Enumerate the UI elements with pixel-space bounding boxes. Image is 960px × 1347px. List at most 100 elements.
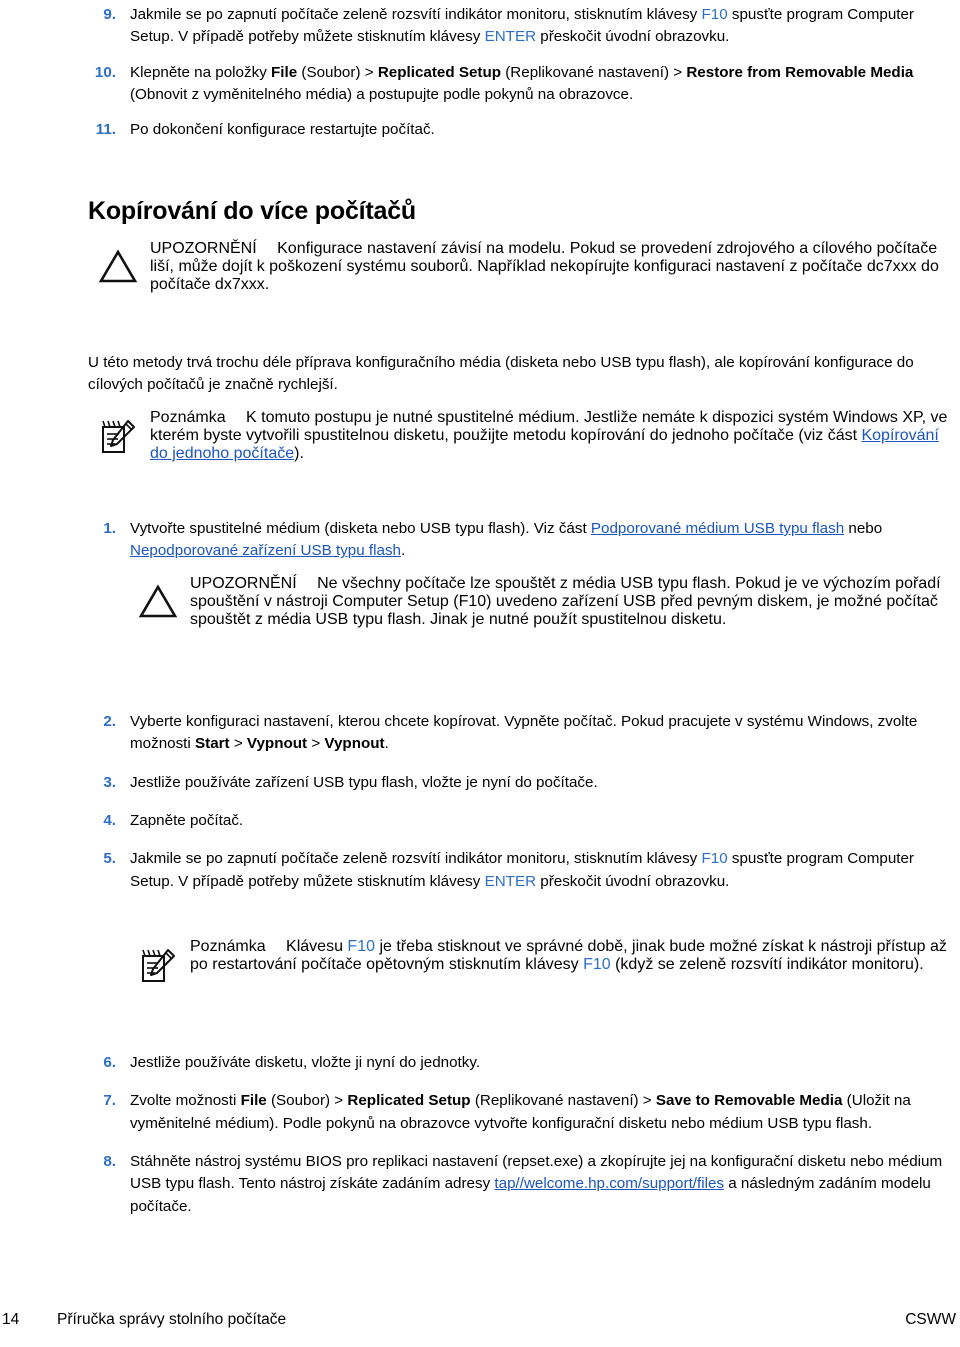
list-item-text: Klepněte na položky File (Soubor) > Repl… <box>130 62 960 107</box>
note-text: Poznámka Klávesu F10 je třeba stisknout … <box>190 938 958 974</box>
page-number: 14 <box>2 1311 20 1328</box>
text-run: Po dokončení konfigurace restartujte poč… <box>130 121 435 139</box>
text-run: přeskočit úvodní obrazovku. <box>536 28 730 46</box>
list-item-number: 6. <box>103 1054 116 1071</box>
text-run: K tomuto postupu je nutné spustitelné mé… <box>150 409 948 444</box>
text-run: (Replikované nastavení) > <box>501 63 687 81</box>
list-item-text: Zvolte možnosti File (Soubor) > Replicat… <box>130 1090 960 1135</box>
text-run: Jakmile se po zapnutí počítače zeleně ro… <box>130 850 702 868</box>
list-item: 2. Vyberte konfiguraci nastavení, kterou… <box>88 711 960 756</box>
key-name: ENTER <box>484 872 537 890</box>
list-item-text: Jestliže používáte disketu, vložte ji ny… <box>130 1052 960 1074</box>
caution-triangle-icon <box>138 583 182 623</box>
text-run: Jestliže používáte disketu, vložte ji ny… <box>130 1054 481 1071</box>
note-label: Poznámka <box>190 938 266 955</box>
list-item-number: 1. <box>103 520 116 537</box>
list-item: 3. Jestliže používáte zařízení USB typu … <box>88 772 960 794</box>
text-run: (když se zeleně rozsvítí indikátor monit… <box>610 956 924 973</box>
note-body: K tomuto postupu je nutné spustitelné mé… <box>150 409 947 462</box>
caution-label: UPOZORNĚNÍ <box>190 575 297 592</box>
cross-reference-link[interactable]: tap//welcome.hp.com/support/files <box>494 1175 724 1192</box>
caution-text: UPOZORNĚNÍ Konfigurace nastavení závisí … <box>150 240 958 294</box>
document-title: Příručka správy stolního počítače <box>57 1311 287 1328</box>
main-list-group-b: 6. Jestliže používáte disketu, vložte ji… <box>88 1052 960 1218</box>
list-item-text: Po dokončení konfigurace restartujte poč… <box>130 119 960 141</box>
key-name: F10 <box>701 6 728 23</box>
note-pencil-icon <box>138 946 182 986</box>
text-run: nebo <box>844 520 883 537</box>
list-item-text: Vytvořte spustitelné médium (disketa neb… <box>130 518 960 563</box>
caution-body: Konfigurace nastavení závisí na modelu. … <box>150 240 939 293</box>
list-item-text: Vyberte konfiguraci nastavení, kterou ch… <box>130 711 960 756</box>
note-box-2: Poznámka Klávesu F10 je třeba stisknout … <box>142 938 958 982</box>
list-item: 8. Stáhněte nástroj systému BIOS pro rep… <box>88 1151 960 1218</box>
list-item: 7. Zvolte možnosti File (Soubor) > Repli… <box>88 1090 960 1135</box>
text-run: > <box>307 735 325 753</box>
text-run: (Replikované nastavení) > <box>470 1092 656 1110</box>
text-run: . <box>384 735 389 753</box>
bold-text: Vypnout <box>324 735 385 753</box>
caution-label: UPOZORNĚNÍ <box>150 240 257 257</box>
list-item-number: 3. <box>103 773 116 791</box>
list-item: 1. Vytvořte spustitelné médium (disketa … <box>88 518 960 563</box>
caution-triangle-icon <box>98 248 142 288</box>
list-item: 9. Jakmile se po zapnutí počítače zeleně… <box>88 4 960 49</box>
language-code: CSWW <box>905 1311 956 1328</box>
text-run: Klávesu <box>286 938 348 955</box>
list-item-number: 9. <box>103 6 116 23</box>
note-text: Poznámka K tomuto postupu je nutné spust… <box>150 409 958 463</box>
list-item-number: 4. <box>103 812 116 830</box>
list-item: 11. Po dokončení konfigurace restartujte… <box>88 119 960 141</box>
caution-box-2: UPOZORNĚNÍ Ne všechny počítače lze spouš… <box>138 575 958 629</box>
list-item-text: Jakmile se po zapnutí počítače zeleně ro… <box>130 848 960 893</box>
list-item-number: 7. <box>103 1092 116 1110</box>
list-item: 10. Klepněte na položky File (Soubor) > … <box>88 62 960 107</box>
text-run: přeskočit úvodní obrazovku. <box>536 872 730 890</box>
intro-paragraph: U této metody trvá trochu déle příprava … <box>88 354 914 394</box>
list-item-text: Zapněte počítač. <box>130 810 960 832</box>
note-body: Klávesu F10 je třeba stisknout ve správn… <box>190 938 947 973</box>
bold-text: File <box>240 1092 267 1110</box>
bold-text: Restore from Removable Media <box>686 63 914 81</box>
bold-text: Vypnout <box>246 735 308 753</box>
key-name: F10 <box>583 956 611 973</box>
list-item-text: Jakmile se po zapnutí počítače zeleně ro… <box>130 4 960 49</box>
cross-reference-link[interactable]: Podporované médium USB typu flash <box>591 520 844 537</box>
note-pencil-icon <box>98 417 142 457</box>
main-list-group-a: 2. Vyberte konfiguraci nastavení, kterou… <box>88 711 960 893</box>
main-list-item-1: 1. Vytvořte spustitelné médium (disketa … <box>88 518 960 563</box>
text-run: (Obnovit z vyměnitelného média) a postup… <box>130 86 634 104</box>
text-run: Jestliže používáte zařízení USB typu fla… <box>130 773 598 791</box>
list-item-number: 2. <box>103 713 116 730</box>
text-run: Klepněte na položky <box>130 63 272 81</box>
document-page: 9. Jakmile se po zapnutí počítače zeleně… <box>0 0 960 1347</box>
bold-text: File <box>271 63 298 81</box>
page-title: Kopírování do více počítačů <box>88 197 416 225</box>
list-item: 6. Jestliže používáte disketu, vložte ji… <box>88 1052 960 1074</box>
text-run: Zvolte možnosti <box>130 1092 241 1110</box>
text-run: Zapněte počítač. <box>130 812 244 830</box>
caution-box-1: UPOZORNĚNÍ Konfigurace nastavení závisí … <box>98 240 958 294</box>
key-name: F10 <box>347 938 375 955</box>
list-item: 4. Zapněte počítač. <box>88 810 960 832</box>
list-item-number: 5. <box>103 850 116 868</box>
text-run: (Soubor) > <box>266 1092 348 1110</box>
page-footer: 14 Příručka správy stolního počítače CSW… <box>0 1287 960 1347</box>
text-run: (Soubor) > <box>297 63 378 81</box>
text-run: > <box>229 735 247 753</box>
bold-text: Save to Removable Media <box>655 1092 843 1110</box>
list-item-number: 11. <box>95 121 116 139</box>
top-numbered-list: 9. Jakmile se po zapnutí počítače zeleně… <box>88 4 960 142</box>
text-run: Jakmile se po zapnutí počítače zeleně ro… <box>130 6 702 23</box>
text-run: Konfigurace nastavení závisí na modelu. … <box>150 240 939 293</box>
text-run: ). <box>294 445 304 462</box>
list-item-number: 8. <box>103 1153 116 1171</box>
text-run: Vytvořte spustitelné médium (disketa neb… <box>130 520 591 537</box>
caution-text: UPOZORNĚNÍ Ne všechny počítače lze spouš… <box>190 575 958 629</box>
note-box-1: Poznámka K tomuto postupu je nutné spust… <box>102 409 958 463</box>
note-label: Poznámka <box>150 409 226 426</box>
bold-text: Replicated Setup <box>347 1092 471 1110</box>
cross-reference-link[interactable]: Nepodporované zařízení USB typu flash <box>130 542 401 559</box>
list-item-text: Jestliže používáte zařízení USB typu fla… <box>130 772 960 794</box>
ordered-list-top: 9. Jakmile se po zapnutí počítače zeleně… <box>88 4 960 142</box>
